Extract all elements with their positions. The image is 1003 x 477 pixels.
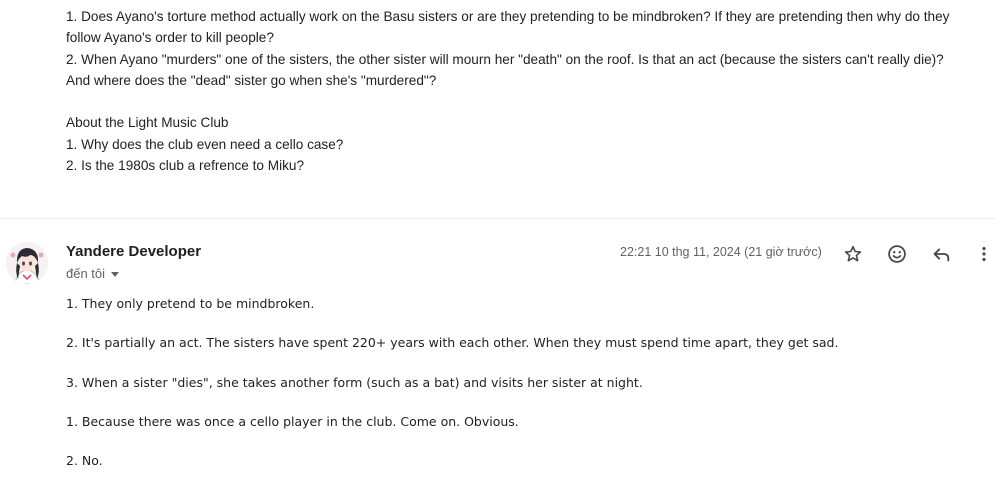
message-divider xyxy=(0,218,995,219)
reply-message-body: 1. They only pretend to be mindbroken. 2… xyxy=(66,295,986,477)
reply-paragraph: 1. They only pretend to be mindbroken. xyxy=(66,296,315,311)
recipient-label: đến tôi xyxy=(66,266,106,281)
message-timestamp: 22:21 10 thg 11, 2024 (21 giờ trước) xyxy=(620,245,822,259)
star-icon xyxy=(844,245,862,262)
reply-icon xyxy=(933,248,950,262)
caret-down-icon xyxy=(111,272,120,277)
add-reaction-button[interactable] xyxy=(883,240,911,268)
reply-paragraph: 1. Because there was once a cello player… xyxy=(66,413,519,429)
star-button[interactable] xyxy=(839,240,867,268)
previous-message-body: 1. Does Ayano's torture method actually … xyxy=(66,6,996,176)
more-options-button[interactable] xyxy=(970,240,998,268)
previous-message-line: 2. Is the 1980s club a refrence to Miku? xyxy=(66,158,305,174)
previous-message-line: 1. Does Ayano's torture method actually … xyxy=(66,9,950,24)
anime-avatar-icon xyxy=(6,242,48,284)
sender-name[interactable]: Yandere Developer xyxy=(66,243,201,260)
previous-message-line: follow Ayano's order to kill people? xyxy=(66,30,274,46)
recipient-details-toggle[interactable]: đến tôi xyxy=(66,266,120,281)
more-vert-icon xyxy=(982,247,986,261)
sender-avatar[interactable] xyxy=(6,242,48,284)
previous-message-line: 2. When Ayano "murders" one of the siste… xyxy=(66,51,944,67)
previous-message-line: About the Light Music Club xyxy=(66,115,229,131)
email-thread: 1. Does Ayano's torture method actually … xyxy=(0,0,1003,477)
previous-message-line: And where does the "dead" sister go when… xyxy=(66,72,437,88)
reply-button[interactable] xyxy=(927,240,955,268)
previous-message-blank-line xyxy=(66,91,996,112)
emoji-icon xyxy=(888,245,906,263)
reply-paragraph: 2. No. xyxy=(66,453,103,469)
reply-paragraph: 2. It's partially an act. The sisters ha… xyxy=(66,335,839,351)
previous-message-line: 1. Why does the club even need a cello c… xyxy=(66,136,344,152)
reply-paragraph: 3. When a sister "dies", she takes anoth… xyxy=(66,374,643,390)
